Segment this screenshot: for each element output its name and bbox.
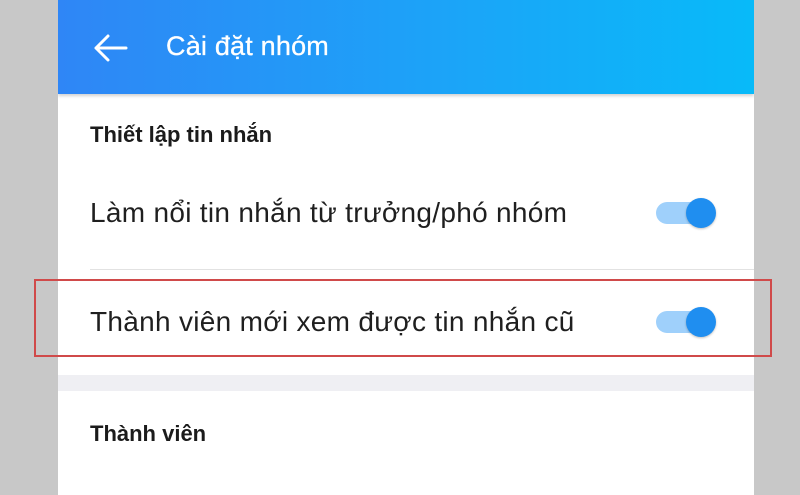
app-header: Cài đặt nhóm [58, 0, 754, 94]
new-members-see-old-messages-toggle[interactable] [656, 307, 716, 337]
setting-row-new-members-see-old-messages[interactable]: Thành viên mới xem được tin nhắn cũ [58, 272, 754, 372]
section-separator [58, 375, 754, 391]
setting-row-highlight-admin-messages[interactable]: Làm nổi tin nhắn từ trưởng/phó nhóm [58, 163, 754, 263]
setting-label: Làm nổi tin nhắn từ trưởng/phó nhóm [90, 197, 568, 228]
divider [90, 269, 754, 270]
toggle-thumb [686, 307, 716, 337]
section-title-members: Thành viên [90, 421, 207, 446]
highlight-admin-messages-toggle[interactable] [656, 198, 716, 228]
toggle-thumb [686, 198, 716, 228]
setting-label: Thành viên mới xem được tin nhắn cũ [90, 306, 575, 337]
back-button[interactable] [88, 26, 132, 70]
section-title-message-settings: Thiết lập tin nhắn [90, 122, 273, 147]
page-title: Cài đặt nhóm [166, 31, 329, 61]
group-settings-screen: Cài đặt nhóm Thiết lập tin nhắn Làm nổi … [58, 0, 754, 495]
arrow-left-icon [94, 34, 128, 62]
